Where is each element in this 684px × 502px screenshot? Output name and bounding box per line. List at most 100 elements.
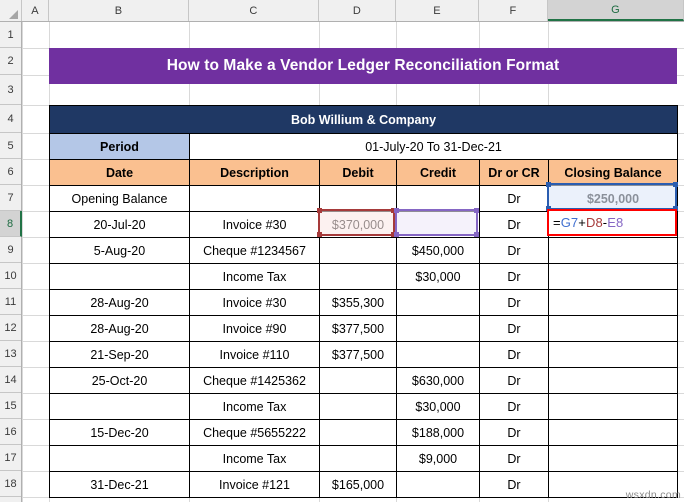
cell-date[interactable]: 21-Sep-20 — [49, 341, 190, 368]
column-header-a[interactable]: A — [22, 0, 49, 21]
cell-closing-balance[interactable] — [547, 315, 679, 342]
cell-closing-balance[interactable] — [547, 289, 679, 316]
active-cell-formula-g8[interactable]: = G7 + D8 - E8 — [547, 209, 677, 236]
cell-debit[interactable] — [319, 367, 397, 394]
cell-debit[interactable] — [319, 393, 397, 420]
cell-credit[interactable]: $30,000 — [396, 393, 480, 420]
cell-debit[interactable]: $165,000 — [319, 471, 397, 498]
cell-debit[interactable] — [319, 445, 397, 472]
row-header-13[interactable]: 13 — [0, 341, 21, 367]
cell-debit[interactable] — [319, 263, 397, 290]
row-header-18[interactable]: 18 — [0, 471, 21, 497]
column-header-g[interactable]: G — [548, 0, 684, 21]
row-header-3[interactable]: 3 — [0, 75, 21, 105]
cell-credit[interactable] — [396, 471, 480, 498]
row-header-12[interactable]: 12 — [0, 315, 21, 341]
cell-description[interactable]: Income Tax — [189, 445, 320, 472]
cell-description[interactable]: Income Tax — [189, 263, 320, 290]
cell-credit[interactable] — [396, 315, 480, 342]
row-header-11[interactable]: 11 — [0, 289, 21, 315]
cell-debit[interactable]: $377,500 — [319, 341, 397, 368]
cell-credit[interactable] — [396, 289, 480, 316]
cell-debit[interactable] — [319, 237, 397, 264]
cell-description[interactable]: Cheque #5655222 — [189, 419, 320, 446]
row-header-17[interactable]: 17 — [0, 445, 21, 471]
row-header-7[interactable]: 7 — [0, 185, 21, 211]
row-header-14[interactable]: 14 — [0, 367, 21, 393]
cell-drcr[interactable]: Dr — [479, 263, 549, 290]
column-header-c[interactable]: C — [189, 0, 319, 21]
cell-closing-balance[interactable] — [547, 341, 679, 368]
cell-description[interactable]: Invoice #121 — [189, 471, 320, 498]
column-header-d[interactable]: D — [319, 0, 396, 21]
cell-debit[interactable]: $370,000 — [319, 211, 397, 238]
cell-credit[interactable]: $30,000 — [396, 263, 480, 290]
cell-credit[interactable]: $188,000 — [396, 419, 480, 446]
cell-debit[interactable] — [319, 185, 397, 212]
period-value[interactable]: 01-July-20 To 31-Dec-21 — [188, 133, 679, 160]
cell-date[interactable]: 5-Aug-20 — [49, 237, 190, 264]
cell-debit[interactable]: $377,500 — [319, 315, 397, 342]
cell-closing-balance[interactable] — [547, 237, 679, 264]
cell-drcr[interactable]: Dr — [479, 315, 549, 342]
cell-date[interactable]: 28-Aug-20 — [49, 289, 190, 316]
cell-drcr[interactable]: Dr — [479, 471, 549, 498]
cell-description[interactable]: Invoice #110 — [189, 341, 320, 368]
cell-drcr[interactable]: Dr — [479, 289, 549, 316]
cell-credit[interactable]: $450,000 — [396, 237, 480, 264]
cell-description[interactable] — [189, 185, 320, 212]
cell-drcr[interactable]: Dr — [479, 367, 549, 394]
column-header-e[interactable]: E — [396, 0, 479, 21]
cell-closing-balance[interactable] — [547, 393, 679, 420]
cell-credit[interactable] — [396, 211, 480, 238]
column-title-row: Date Description Debit Credit Dr or CR C… — [49, 159, 679, 186]
cell-date[interactable]: 31-Dec-21 — [49, 471, 190, 498]
row-header-6[interactable]: 6 — [0, 159, 21, 185]
row-header-1[interactable]: 1 — [0, 22, 21, 48]
row-header-16[interactable]: 16 — [0, 419, 21, 445]
cell-closing-balance[interactable] — [547, 419, 679, 446]
column-header-b[interactable]: B — [49, 0, 189, 21]
cell-description[interactable]: Cheque #1425362 — [189, 367, 320, 394]
cell-date[interactable] — [49, 393, 190, 420]
cell-date[interactable]: Opening Balance — [49, 185, 190, 212]
cell-debit[interactable] — [319, 419, 397, 446]
column-header-f[interactable]: F — [479, 0, 548, 21]
cell-description[interactable]: Invoice #90 — [189, 315, 320, 342]
cell-drcr[interactable]: Dr — [479, 393, 549, 420]
cell-credit[interactable] — [396, 185, 480, 212]
row-header-5[interactable]: 5 — [0, 133, 21, 159]
cell-date[interactable]: 20-Jul-20 — [49, 211, 190, 238]
cell-closing-balance[interactable] — [547, 445, 679, 472]
cell-drcr[interactable]: Dr — [479, 185, 549, 212]
page-title-banner: How to Make a Vendor Ledger Reconciliati… — [49, 48, 677, 84]
cell-drcr[interactable]: Dr — [479, 237, 549, 264]
cell-date[interactable]: 15-Dec-20 — [49, 419, 190, 446]
cell-credit[interactable] — [396, 341, 480, 368]
cell-drcr[interactable]: Dr — [479, 211, 549, 238]
cell-description[interactable]: Cheque #1234567 — [189, 237, 320, 264]
row-header-10[interactable]: 10 — [0, 263, 21, 289]
row-header-15[interactable]: 15 — [0, 393, 21, 419]
cell-credit[interactable]: $630,000 — [396, 367, 480, 394]
row-header-4[interactable]: 4 — [0, 105, 21, 133]
row-header-8[interactable]: 8 — [0, 211, 22, 237]
cell-date[interactable]: 28-Aug-20 — [49, 315, 190, 342]
cell-date[interactable] — [49, 445, 190, 472]
cell-drcr[interactable]: Dr — [479, 419, 549, 446]
row-header-9[interactable]: 9 — [0, 237, 21, 263]
cell-debit[interactable]: $355,300 — [319, 289, 397, 316]
select-all-corner[interactable] — [0, 0, 22, 21]
cell-closing-balance[interactable] — [547, 367, 679, 394]
cell-date[interactable] — [49, 263, 190, 290]
cell-description[interactable]: Invoice #30 — [189, 289, 320, 316]
cell-drcr[interactable]: Dr — [479, 341, 549, 368]
cell-drcr[interactable]: Dr — [479, 445, 549, 472]
cell-description[interactable]: Income Tax — [189, 393, 320, 420]
cell-closing-balance[interactable]: $250,000 — [547, 185, 679, 212]
cell-closing-balance[interactable] — [547, 263, 679, 290]
row-header-2[interactable]: 2 — [0, 48, 21, 75]
cell-description[interactable]: Invoice #30 — [189, 211, 320, 238]
cell-credit[interactable]: $9,000 — [396, 445, 480, 472]
cell-date[interactable]: 25-Oct-20 — [49, 367, 190, 394]
